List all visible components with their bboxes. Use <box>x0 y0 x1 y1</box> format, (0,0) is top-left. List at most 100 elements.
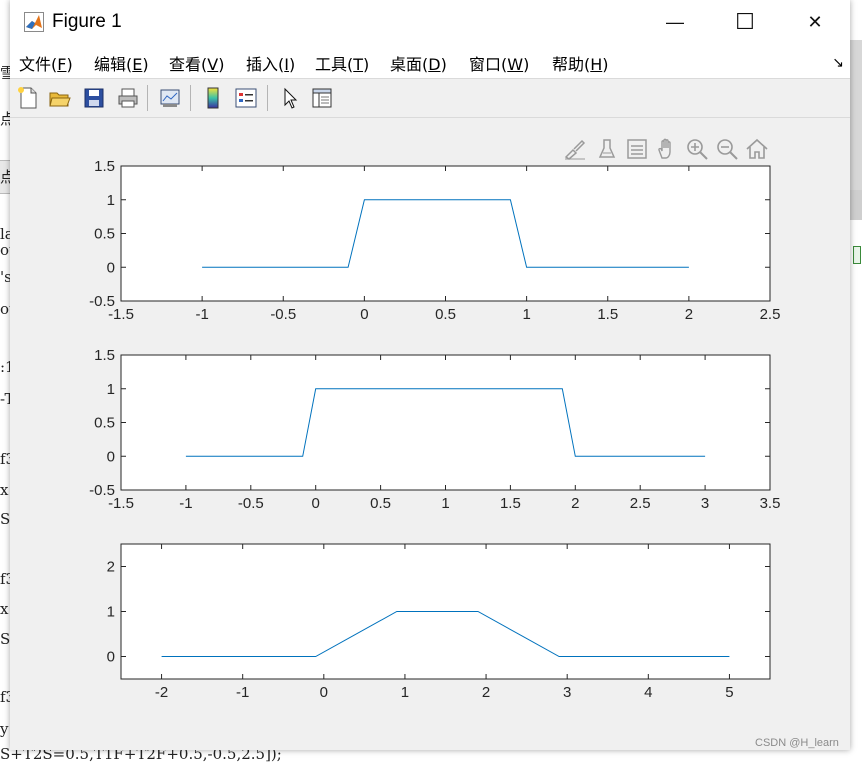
x-tick-label: 3 <box>701 495 709 512</box>
new-figure-button[interactable] <box>14 84 42 112</box>
home-icon <box>746 138 768 159</box>
toolbar-separator <box>147 85 148 111</box>
menu-help[interactable]: 帮助(H) <box>552 51 609 75</box>
new-figure-icon <box>18 87 37 109</box>
menu-file[interactable]: 文件(F) <box>19 51 73 75</box>
colorbar-button[interactable] <box>199 84 227 112</box>
x-tick-label: -1 <box>195 306 208 323</box>
y-tick-label: 1.5 <box>94 347 115 364</box>
x-tick-label: 1.5 <box>500 495 521 512</box>
x-tick-label: 2.5 <box>760 306 781 323</box>
background-code-line: S <box>0 510 11 528</box>
x-tick-label: -0.5 <box>270 306 296 323</box>
brush-button[interactable] <box>562 136 588 162</box>
axes-1: -1.5 -1 -0.5 0 0.5 1 1.5 2 2.5 -0.5 0 0.5 1 1.5 <box>89 158 780 323</box>
x-tick-label: 5 <box>725 684 733 701</box>
plot-area <box>120 354 771 491</box>
y-tick-label: -0.5 <box>89 293 115 310</box>
pan-button[interactable] <box>654 136 680 162</box>
x-tick-label: 3 <box>563 684 571 701</box>
x-tick-label: -1 <box>236 684 249 701</box>
series-line <box>185 388 706 457</box>
axes-2: -1.5 -1 -0.5 0 0.5 1 1.5 2 2.5 3 3.5 -0.5 0 0.5 1 1.5 <box>89 347 780 512</box>
maximize-button[interactable]: ☐ <box>710 0 780 44</box>
x-tick-label: 1 <box>401 684 409 701</box>
link-plot-button[interactable] <box>156 84 184 112</box>
y-tick-label: 1 <box>107 604 115 621</box>
x-tick-label: 1 <box>441 495 449 512</box>
menu-tools[interactable]: 工具(T) <box>315 51 369 75</box>
zoom-out-button[interactable] <box>714 136 740 162</box>
x-tick-label: 2 <box>571 495 579 512</box>
pan-icon <box>658 138 671 159</box>
x-tick-label: 0.5 <box>435 306 456 323</box>
x-tick-label: -0.5 <box>238 495 264 512</box>
link-plot-icon <box>160 89 180 107</box>
property-inspector-button[interactable] <box>308 84 336 112</box>
legend-toggle-button[interactable] <box>624 136 650 162</box>
y-tick-label: 0 <box>107 649 115 666</box>
x-tick-label: 4 <box>644 684 652 701</box>
zoom-out-icon <box>717 139 738 160</box>
menu-window[interactable]: 窗口(W) <box>469 51 529 75</box>
y-tick-label: 1 <box>107 381 115 398</box>
home-button[interactable] <box>744 136 770 162</box>
x-tick-label: 2.5 <box>630 495 651 512</box>
data-tips-icon <box>598 139 616 158</box>
save-icon <box>84 88 104 108</box>
background-code-line: x <box>0 600 9 618</box>
background-scrollbar <box>850 40 862 190</box>
menu-view[interactable]: 查看(V) <box>169 51 224 75</box>
window-title: Figure 1 <box>52 11 122 32</box>
y-tick-label: 0 <box>107 259 115 276</box>
plot-area <box>120 165 771 302</box>
menu-edit[interactable]: 编辑(E) <box>94 51 149 75</box>
edit-plot-button[interactable] <box>276 84 304 112</box>
open-file-button[interactable] <box>46 84 74 112</box>
legend-toggle-icon <box>627 139 647 159</box>
background-status-marker <box>853 246 861 264</box>
print-icon <box>118 88 138 108</box>
x-tick-label: -2 <box>155 684 168 701</box>
y-tick-label: 1 <box>107 192 115 209</box>
dock-arrow-icon[interactable]: ↘ <box>832 54 844 71</box>
zoom-in-icon <box>687 139 708 160</box>
axes-3: -2 -1 0 1 2 3 4 5 0 1 2 <box>107 543 771 701</box>
x-tick-label: -1.5 <box>108 495 134 512</box>
minimize-icon: — <box>666 11 684 32</box>
close-button[interactable]: ✕ <box>780 0 850 44</box>
save-button[interactable] <box>80 84 108 112</box>
y-tick-label: 1.5 <box>94 158 115 175</box>
brush-icon <box>564 139 586 160</box>
x-tick-label: -1.5 <box>108 306 134 323</box>
open-file-icon <box>49 92 71 107</box>
watermark: CSDN @H_learn <box>755 737 839 749</box>
x-tick-label: 0 <box>320 684 328 701</box>
x-tick-label: 2 <box>685 306 693 323</box>
background-code-line: S <box>0 630 11 648</box>
data-tips-button[interactable] <box>594 136 620 162</box>
legend-button[interactable] <box>232 84 260 112</box>
minimize-button[interactable]: — <box>640 0 710 44</box>
toolbar-separator <box>190 85 191 111</box>
edit-plot-icon <box>284 87 298 109</box>
figure-window: Figure 1 — ☐ ✕ 文件(F) 编辑(E) 查看(V) 插入(I) 工… <box>10 0 850 750</box>
y-tick-label: 0.5 <box>94 415 115 432</box>
y-tick-label: 0.5 <box>94 226 115 243</box>
background-code-line: y <box>0 720 9 738</box>
title-bar[interactable]: Figure 1 — ☐ ✕ <box>10 0 850 44</box>
figure-toolbar <box>10 78 850 118</box>
background-panel-edge <box>850 190 862 220</box>
series-line <box>202 199 689 268</box>
x-tick-label: 3.5 <box>760 495 781 512</box>
x-tick-label: 1.5 <box>597 306 618 323</box>
maximize-icon: ☐ <box>735 9 755 34</box>
menu-bar: 文件(F) 编辑(E) 查看(V) 插入(I) 工具(T) 桌面(D) 窗口(W… <box>10 44 850 78</box>
zoom-in-button[interactable] <box>684 136 710 162</box>
menu-desktop[interactable]: 桌面(D) <box>390 51 447 75</box>
menu-insert[interactable]: 插入(I) <box>246 51 295 75</box>
plot-area <box>120 543 771 680</box>
matlab-logo-icon <box>24 12 44 32</box>
print-button[interactable] <box>114 84 142 112</box>
close-icon: ✕ <box>807 11 823 32</box>
